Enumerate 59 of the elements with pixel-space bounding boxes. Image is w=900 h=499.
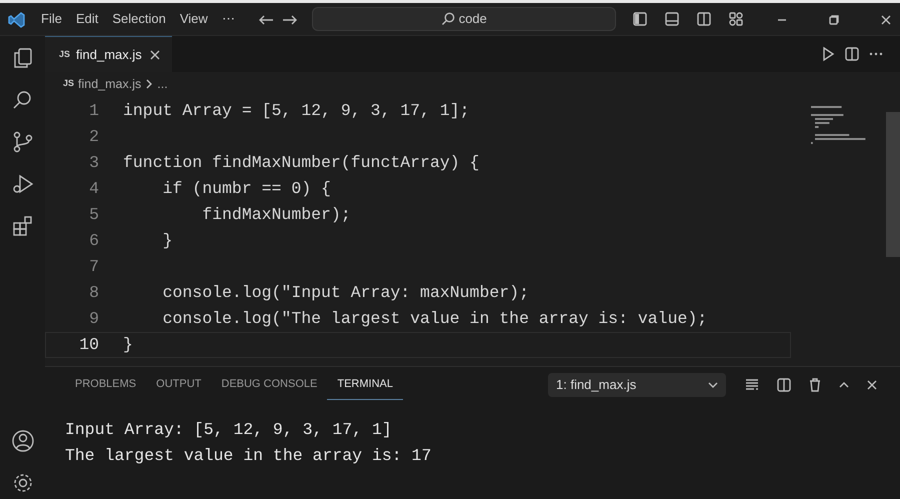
terminal-output-line: Input Array: [5, 12, 9, 3, 17, 1] bbox=[65, 420, 392, 439]
panel-tab[interactable]: DEBUG CONSOLE bbox=[211, 370, 328, 400]
back-arrow-icon[interactable] bbox=[258, 14, 274, 26]
code-line: console.log("Input Array: maxNumber); bbox=[162, 282, 529, 304]
menu-item[interactable]: Edit bbox=[68, 9, 106, 29]
breadcrumb-item[interactable]: find_max.js bbox=[78, 74, 142, 94]
scrollbar-thumb[interactable] bbox=[886, 112, 900, 257]
close-icon[interactable] bbox=[880, 14, 892, 26]
tab-label: find_max.js bbox=[76, 46, 142, 64]
run-debug-icon[interactable] bbox=[10, 172, 34, 196]
panel-tab[interactable]: OUTPUT bbox=[146, 370, 212, 400]
panel-toggle-icon[interactable] bbox=[664, 11, 680, 27]
close-icon[interactable] bbox=[866, 379, 878, 391]
breadcrumb-item[interactable]: ... bbox=[157, 74, 168, 94]
search-icon bbox=[440, 12, 455, 26]
editor-tab[interactable]: JS find_max.js bbox=[45, 36, 172, 72]
account-icon[interactable] bbox=[10, 429, 34, 453]
menu-item[interactable]: ⋯ bbox=[214, 9, 242, 29]
line-number: 6 bbox=[88, 230, 100, 252]
line-number: 4 bbox=[88, 178, 100, 200]
line-number: 3 bbox=[88, 152, 100, 174]
code-line: findMaxNumber); bbox=[201, 204, 351, 226]
maximize-icon[interactable] bbox=[828, 14, 840, 26]
terminal-output-line: The largest value in the array is: 17 bbox=[65, 446, 432, 465]
code-line: } bbox=[162, 230, 173, 252]
line-number: 1 bbox=[88, 100, 100, 122]
code-line: function findMaxNumber(functArray) { bbox=[123, 152, 480, 174]
chevron-down-icon bbox=[708, 381, 718, 389]
line-number: 5 bbox=[88, 204, 100, 226]
terminal-dropdown[interactable]: 1: find_max.js bbox=[548, 373, 726, 397]
forward-arrow-icon[interactable] bbox=[282, 14, 298, 26]
layout-grid-icon[interactable] bbox=[728, 11, 744, 27]
search-field[interactable]: code bbox=[312, 7, 616, 31]
line-number: 10 bbox=[78, 334, 100, 356]
split-terminal-icon[interactable] bbox=[776, 377, 792, 393]
line-number: 7 bbox=[88, 256, 100, 278]
code-line: } bbox=[123, 334, 133, 356]
split-layout-icon[interactable] bbox=[696, 11, 712, 27]
menu-item[interactable]: File bbox=[34, 9, 69, 29]
split-editor-icon[interactable] bbox=[844, 46, 860, 62]
app-logo-icon bbox=[8, 10, 26, 29]
line-number: 8 bbox=[88, 282, 100, 304]
line-number: 9 bbox=[88, 308, 100, 330]
code-line: console.log("The largest value in the array is: value); bbox=[162, 308, 708, 330]
sidebar-toggle-icon[interactable] bbox=[632, 11, 648, 27]
close-icon[interactable] bbox=[148, 48, 162, 62]
code-line: if (numbr == 0) { bbox=[162, 178, 331, 200]
panel-tab[interactable]: TERMINAL bbox=[327, 370, 403, 400]
line-number: 2 bbox=[88, 126, 100, 148]
extensions-icon[interactable] bbox=[10, 214, 34, 238]
javascript-file-icon: JS bbox=[63, 77, 74, 91]
chevron-up-icon[interactable] bbox=[838, 380, 850, 390]
code-line: input Array = [5, 12, 9, 3, 17, 1]; bbox=[123, 100, 470, 122]
trash-icon[interactable] bbox=[808, 377, 822, 393]
panel-tab[interactable]: PROBLEMS bbox=[65, 370, 146, 400]
menu-item[interactable]: Selection bbox=[105, 9, 173, 29]
menu-item[interactable]: View bbox=[172, 9, 215, 29]
chevron-right-icon bbox=[145, 79, 154, 89]
javascript-file-icon: JS bbox=[59, 48, 70, 62]
